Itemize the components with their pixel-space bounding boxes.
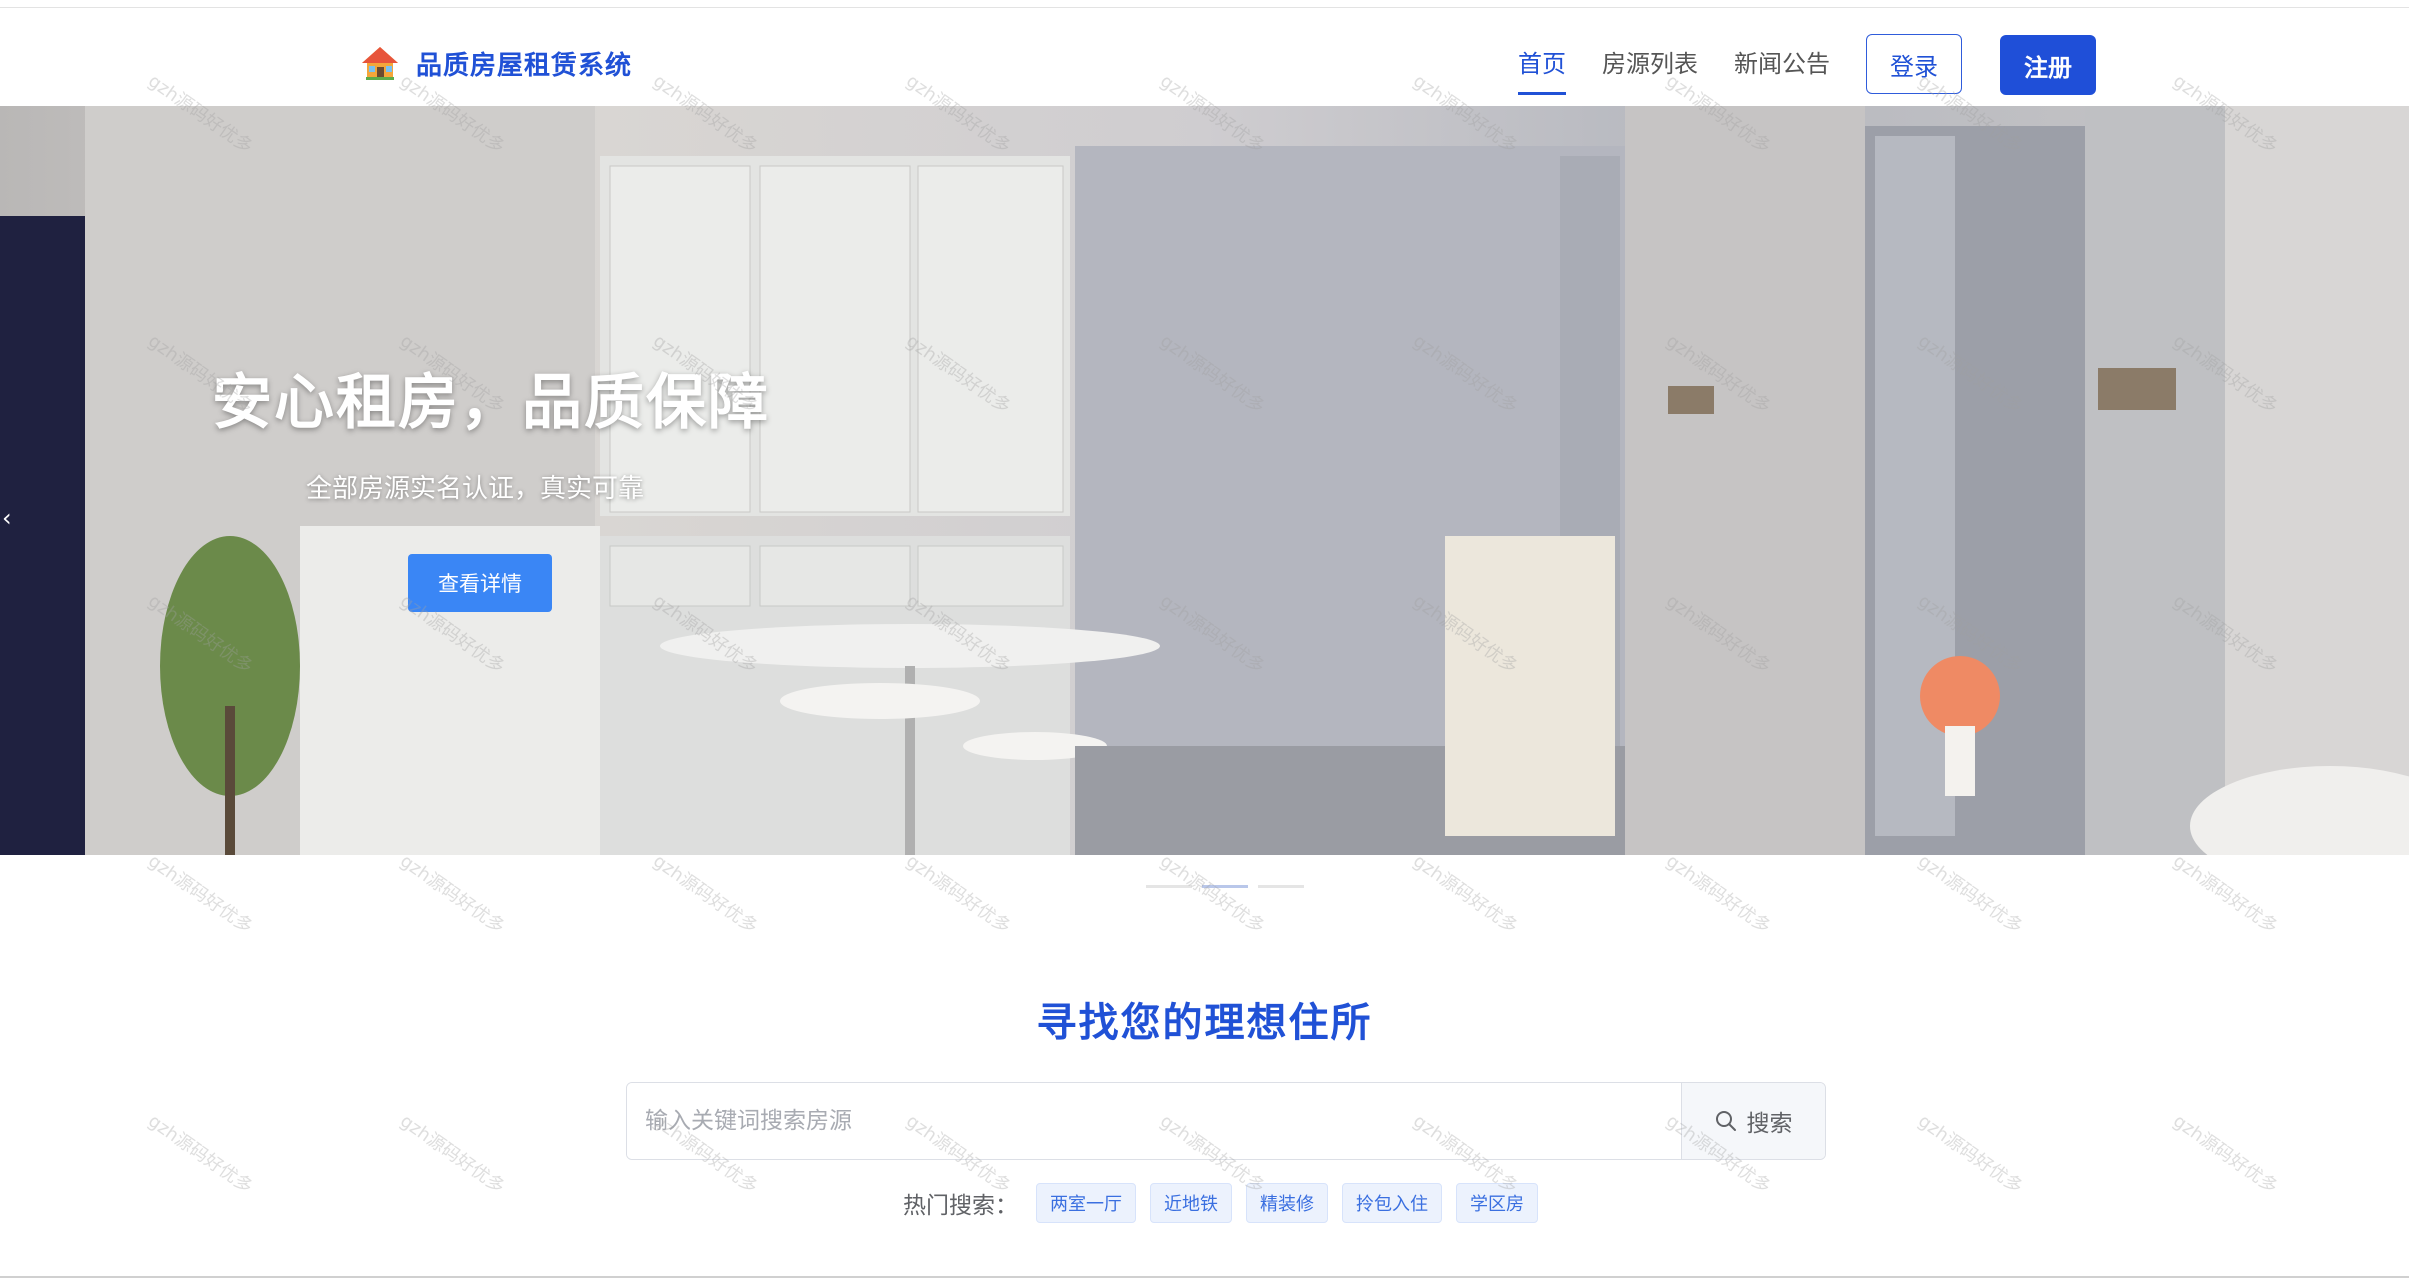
search-button-label: 搜索 — [1746, 1111, 1793, 1137]
brand-title: 品质房屋租赁系统 — [416, 50, 633, 81]
carousel-prev-button[interactable]: ‹ — [2, 504, 20, 532]
hero-title: 安心租房，品质保障 — [212, 368, 770, 438]
nav-news[interactable]: 新闻公告 — [1734, 34, 1830, 89]
hot-tag[interactable]: 近地铁 — [1150, 1183, 1232, 1223]
carousel-dot-3[interactable] — [1258, 885, 1304, 888]
carousel-dot-2[interactable] — [1202, 885, 1248, 888]
hero-carousel[interactable]: ‹ 安心租房，品质保障 全部房源实名认证，真实可靠 查看详情 — [0, 106, 2409, 855]
watermark-text: gzh源码好优多 — [1914, 850, 2027, 938]
hot-searches: 热门搜索： 两室一厅 近地铁 精装修 拎包入住 学区房 — [903, 1183, 1552, 1223]
watermark-text: gzh源码好优多 — [396, 850, 509, 938]
register-button[interactable]: 注册 — [2000, 35, 2096, 95]
search-bar: 搜索 — [626, 1082, 1826, 1160]
carousel-indicators — [1146, 885, 1314, 888]
watermark-text: gzh源码好优多 — [1409, 850, 1522, 938]
hot-searches-label: 热门搜索： — [903, 1193, 1018, 1219]
watermark-text: gzh源码好优多 — [2169, 850, 2282, 938]
nav-home[interactable]: 首页 — [1518, 34, 1566, 95]
search-heading: 寻找您的理想住所 — [1036, 1000, 1373, 1046]
chevron-left-icon: ‹ — [2, 504, 12, 532]
search-icon — [1715, 1111, 1736, 1131]
hot-tag[interactable]: 两室一厅 — [1036, 1183, 1136, 1223]
house-icon — [362, 47, 398, 80]
watermark-text: gzh源码好优多 — [649, 850, 762, 938]
login-button[interactable]: 登录 — [1866, 34, 1962, 94]
search-input[interactable] — [627, 1083, 1681, 1159]
main-nav: 首页 房源列表 新闻公告 — [1518, 34, 1866, 95]
watermark-text: gzh源码好优多 — [1662, 850, 1775, 938]
watermark-text: gzh源码好优多 — [1914, 1110, 2027, 1198]
watermark-text: gzh源码好优多 — [144, 850, 257, 938]
hot-tag[interactable]: 学区房 — [1456, 1183, 1538, 1223]
carousel-dot-1[interactable] — [1146, 885, 1192, 888]
hot-tag[interactable]: 精装修 — [1246, 1183, 1328, 1223]
brand[interactable]: 品质房屋租赁系统 — [360, 36, 632, 90]
hero-subtitle: 全部房源实名认证，真实可靠 — [306, 474, 645, 504]
search-button[interactable]: 搜索 — [1681, 1083, 1825, 1159]
hot-tag[interactable]: 拎包入住 — [1342, 1183, 1442, 1223]
watermark-text: gzh源码好优多 — [144, 1110, 257, 1198]
watermark-text: gzh源码好优多 — [902, 850, 1015, 938]
watermark-text: gzh源码好优多 — [396, 1110, 509, 1198]
top-navbar: 品质房屋租赁系统 首页 房源列表 新闻公告 登录 注册 — [0, 8, 2409, 106]
view-details-button[interactable]: 查看详情 — [408, 554, 552, 612]
nav-house-list[interactable]: 房源列表 — [1602, 34, 1698, 89]
watermark-text: gzh源码好优多 — [1156, 850, 1269, 938]
watermark-text: gzh源码好优多 — [2169, 1110, 2282, 1198]
